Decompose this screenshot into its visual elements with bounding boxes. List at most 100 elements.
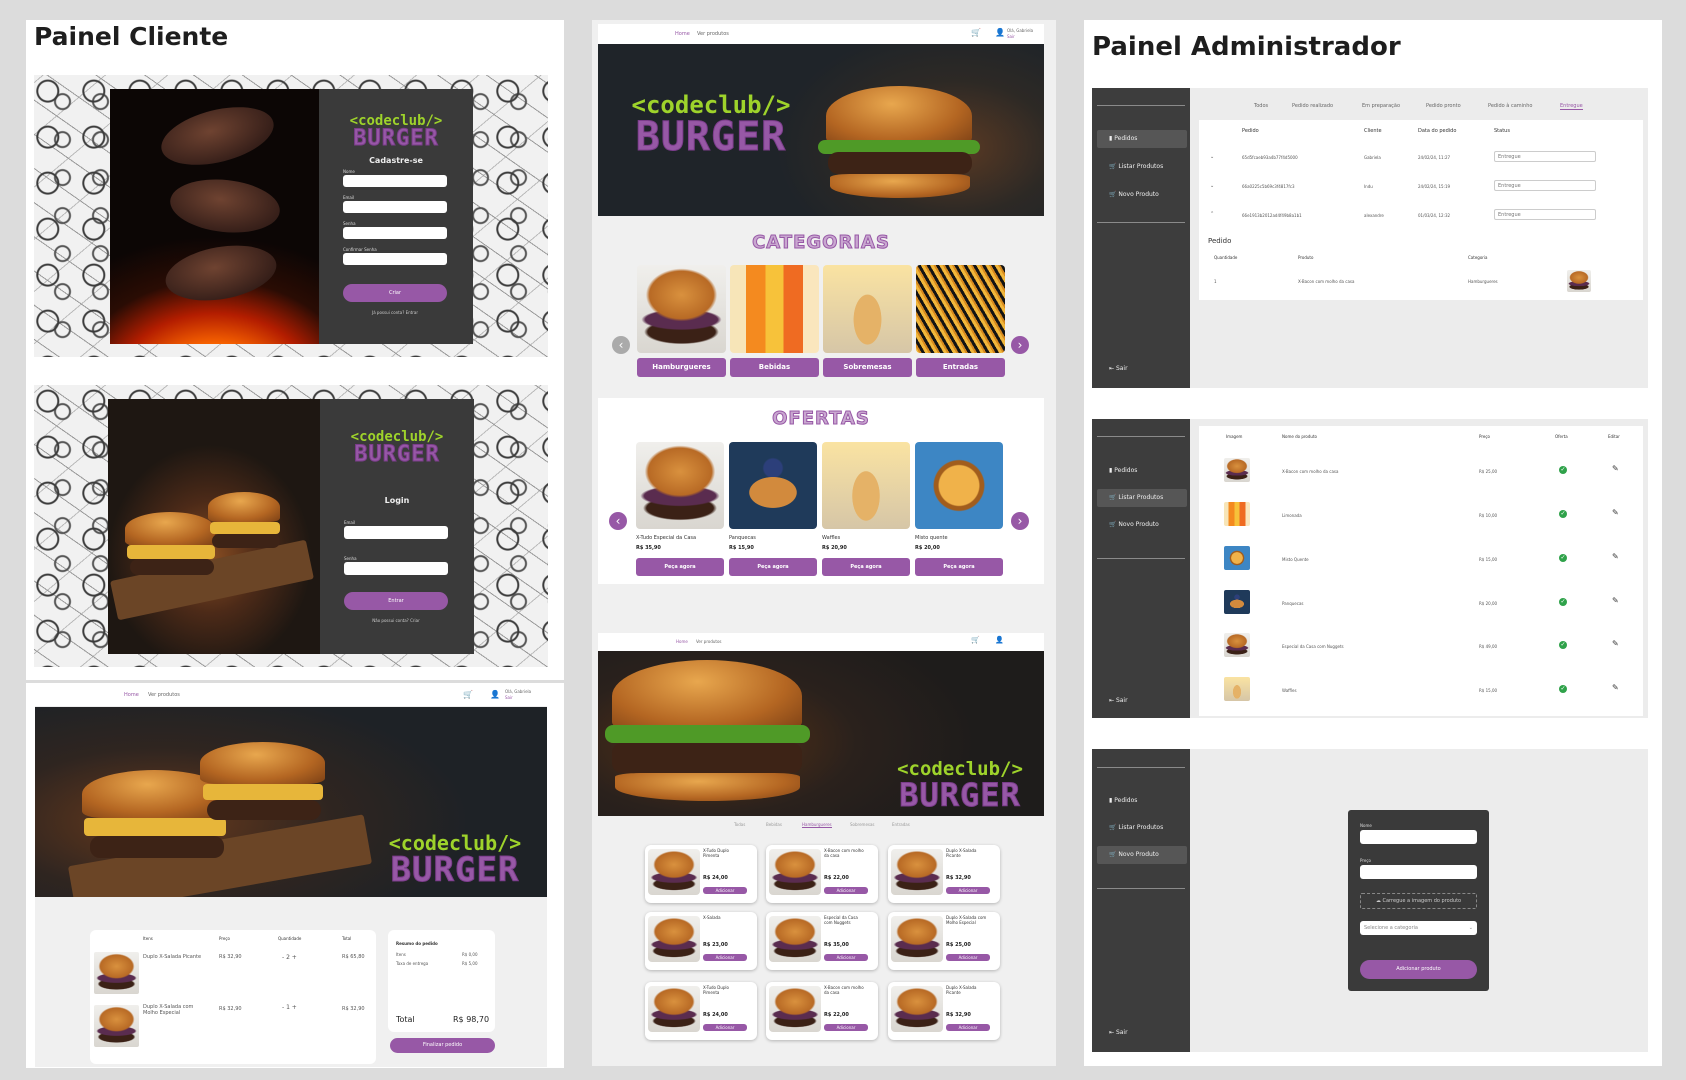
image-upload-button[interactable]: ☁ Carregue a imagem do produto — [1360, 893, 1477, 909]
tab-burgers[interactable]: Hamburgueres — [802, 822, 832, 828]
category-card-image[interactable] — [730, 265, 819, 353]
offer-name: Misto quente — [915, 535, 948, 541]
add-to-cart-button[interactable]: Adicionar — [946, 1024, 990, 1031]
add-to-cart-button[interactable]: Adicionar — [703, 954, 747, 961]
nav-products-link[interactable]: Ver produtos — [148, 692, 180, 698]
product-price-field[interactable] — [1360, 865, 1477, 879]
edit-pencil-icon[interactable]: ✎ — [1612, 596, 1619, 605]
total-label: Total — [396, 1015, 415, 1024]
burger-image — [125, 512, 215, 546]
filter-tab[interactable]: Em preparação — [1362, 103, 1400, 109]
register-submit-button[interactable]: Criar — [343, 284, 447, 302]
sidebar-item-new-product[interactable]: 🛒 Novo Produto — [1097, 516, 1187, 534]
add-to-cart-button[interactable]: Adicionar — [946, 887, 990, 894]
add-to-cart-button[interactable]: Adicionar — [824, 887, 868, 894]
offer-card-image[interactable] — [636, 442, 724, 529]
order-now-button[interactable]: Peça agora — [822, 558, 910, 576]
offer-card-image[interactable] — [729, 442, 817, 529]
expand-icon[interactable]: ⌄ — [1210, 154, 1214, 160]
nav-products-link[interactable]: Ver produtos — [697, 31, 729, 37]
quantity-stepper[interactable]: - 2 + — [282, 954, 297, 961]
category-button[interactable]: Hamburgueres — [637, 358, 726, 377]
status-select[interactable]: Entregue — [1494, 180, 1596, 191]
offers-prev-arrow[interactable]: ‹ — [609, 512, 627, 530]
add-to-cart-button[interactable]: Adicionar — [946, 954, 990, 961]
order-now-button[interactable]: Peça agora — [636, 558, 724, 576]
logout-link[interactable]: Sair — [1007, 34, 1015, 39]
offer-card-image[interactable] — [822, 442, 910, 529]
sidebar-item-new-product[interactable]: 🛒 Novo Produto — [1097, 186, 1187, 204]
categories-prev-arrow[interactable]: ‹ — [612, 336, 630, 354]
status-select[interactable]: Entregue — [1494, 209, 1596, 220]
register-footer-link[interactable]: Já possui conta? Entrar — [343, 310, 447, 315]
add-to-cart-button[interactable]: Adicionar — [824, 954, 868, 961]
logout-button[interactable]: ⇤ Sair — [1097, 360, 1187, 378]
logout-link[interactable]: Sair — [505, 695, 513, 700]
category-button[interactable]: Bebidas — [730, 358, 819, 377]
category-card-image[interactable] — [823, 265, 912, 353]
edit-pencil-icon[interactable]: ✎ — [1612, 464, 1619, 473]
edit-pencil-icon[interactable]: ✎ — [1612, 639, 1619, 648]
nav-products-link[interactable]: Ver produtos — [696, 639, 722, 644]
filter-tab-active[interactable]: Entregue — [1560, 103, 1583, 110]
filter-tab[interactable]: Pedido pronto — [1426, 103, 1461, 109]
add-to-cart-button[interactable]: Adicionar — [703, 887, 747, 894]
email-field[interactable] — [343, 201, 447, 213]
sidebar-item-products[interactable]: 🛒 Listar Produtos — [1097, 819, 1187, 837]
sidebar-item-orders[interactable]: ▮ Pedidos — [1097, 792, 1187, 810]
add-to-cart-button[interactable]: Adicionar — [703, 1024, 747, 1031]
login-password-field[interactable] — [344, 562, 448, 575]
tab-all[interactable]: Todas — [734, 822, 745, 827]
tab-drinks[interactable]: Bebidas — [766, 822, 782, 827]
add-to-cart-button[interactable]: Adicionar — [824, 1024, 868, 1031]
sidebar-item-new-product[interactable]: 🛒 Novo Produto — [1097, 846, 1187, 864]
login-submit-button[interactable]: Entrar — [344, 592, 448, 610]
order-now-button[interactable]: Peça agora — [915, 558, 1003, 576]
tab-starters[interactable]: Entradas — [892, 822, 910, 827]
confirm-password-field[interactable] — [343, 253, 447, 265]
offers-next-arrow[interactable]: › — [1011, 512, 1029, 530]
category-button[interactable]: Sobremesas — [823, 358, 912, 377]
filter-tab[interactable]: Todos — [1254, 103, 1268, 109]
expand-icon[interactable]: ⌄ — [1210, 183, 1214, 189]
edit-pencil-icon[interactable]: ✎ — [1612, 552, 1619, 561]
sidebar-item-orders[interactable]: ▮ Pedidos — [1097, 130, 1187, 148]
login-footer-link[interactable]: Não possui conta? Criar — [344, 618, 448, 623]
burger-image — [84, 818, 226, 836]
category-button[interactable]: Entradas — [916, 358, 1005, 377]
category-card-image[interactable] — [637, 265, 726, 353]
login-email-field[interactable] — [344, 526, 448, 539]
offer-card-image[interactable] — [915, 442, 1003, 529]
nav-home-link[interactable]: Home — [676, 639, 688, 644]
status-select[interactable]: Entregue — [1494, 151, 1596, 162]
sidebar-item-label: Listar Produtos — [1118, 824, 1164, 831]
tab-desserts[interactable]: Sobremesas — [850, 822, 875, 827]
sidebar-item-products[interactable]: 🛒 Listar Produtos — [1097, 158, 1187, 176]
product-image — [891, 849, 943, 895]
logout-button[interactable]: ⇤ Sair — [1097, 692, 1187, 710]
sidebar-item-orders[interactable]: ▮ Pedidos — [1097, 462, 1187, 480]
filter-tab[interactable]: Pedido realizado — [1292, 103, 1333, 109]
name-field[interactable] — [343, 175, 447, 187]
categories-next-arrow[interactable]: › — [1011, 336, 1029, 354]
product-name-field[interactable] — [1360, 830, 1477, 844]
collapse-icon[interactable]: ⌃ — [1210, 211, 1214, 217]
logout-button[interactable]: ⇤ Sair — [1097, 1024, 1187, 1042]
cart-icon[interactable]: 🛒 — [971, 636, 980, 644]
field-label-name: Nome — [1360, 823, 1372, 828]
sidebar-item-products[interactable]: 🛒 Listar Produtos — [1097, 489, 1187, 507]
cart-icon[interactable]: 🛒 — [971, 28, 981, 37]
order-now-button[interactable]: Peça agora — [729, 558, 817, 576]
category-card-image[interactable] — [916, 265, 1005, 353]
filter-tab[interactable]: Pedido à caminho — [1488, 103, 1532, 109]
add-product-button[interactable]: Adicionar produto — [1360, 960, 1477, 979]
nav-home-link[interactable]: Home — [675, 31, 690, 37]
quantity-stepper[interactable]: - 1 + — [282, 1004, 297, 1011]
category-select[interactable]: Selecione a categoria ⌄ — [1360, 921, 1477, 935]
nav-home-link[interactable]: Home — [124, 692, 139, 698]
edit-pencil-icon[interactable]: ✎ — [1612, 508, 1619, 517]
edit-pencil-icon[interactable]: ✎ — [1612, 683, 1619, 692]
password-field[interactable] — [343, 227, 447, 239]
finish-order-button[interactable]: Finalizar pedido — [390, 1038, 495, 1053]
cart-icon[interactable]: 🛒 — [463, 690, 473, 699]
